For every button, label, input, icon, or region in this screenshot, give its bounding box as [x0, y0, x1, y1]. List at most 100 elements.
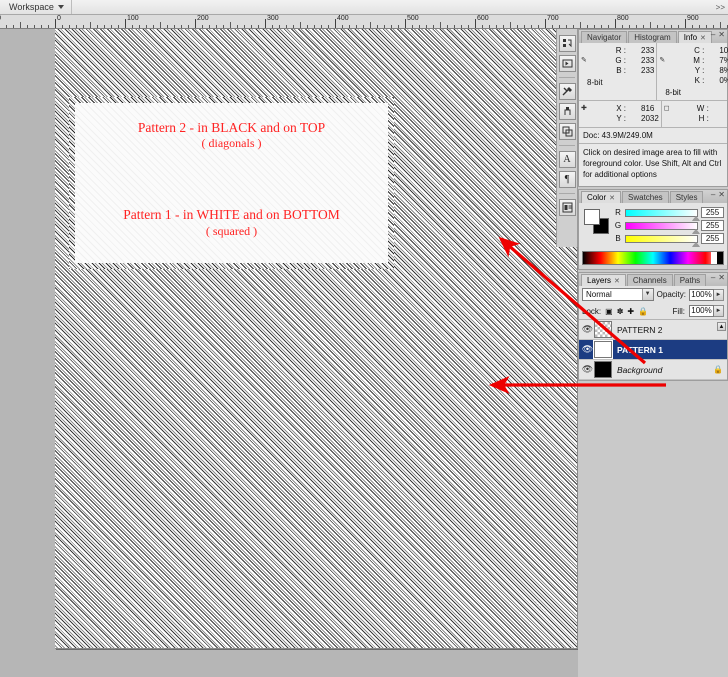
ruler-tick-minor	[608, 25, 609, 28]
layers-panel: Layers ✕ Channels Paths – ✕ Normal ▼ Opa…	[578, 272, 728, 382]
history-icon[interactable]	[558, 35, 576, 52]
workspace-menu-button[interactable]: Workspace	[0, 0, 72, 14]
slider-value-g[interactable]: 255	[701, 220, 724, 232]
slider-thumb-g[interactable]	[692, 228, 700, 234]
tab-info[interactable]: Info ✕	[677, 31, 712, 43]
lock-position-icon[interactable]: ✚	[627, 307, 634, 316]
color-panel-controls[interactable]: – ✕	[711, 190, 725, 199]
ruler-tick-minor	[489, 25, 490, 28]
layer-name: PATTERN 1	[617, 344, 663, 355]
lock-all-icon: 🔒	[713, 365, 723, 375]
ruler-label: 0	[57, 15, 61, 22]
minimize-icon[interactable]: –	[711, 30, 715, 39]
layers-panel-controls[interactable]: – ✕	[711, 273, 725, 282]
spectrum-endpoints[interactable]	[711, 252, 723, 265]
ruler-tick-minor	[692, 25, 693, 28]
opacity-value[interactable]: 100%	[689, 288, 714, 301]
lock-image-icon[interactable]: ✽	[617, 307, 624, 316]
color-spectrum-ramp[interactable]	[582, 251, 724, 266]
close-icon[interactable]: ✕	[609, 195, 615, 202]
ruler-tick-minor	[293, 25, 294, 28]
minimize-icon[interactable]: –	[711, 190, 715, 199]
actions-icon[interactable]	[558, 55, 576, 72]
ruler-tick-minor	[496, 25, 497, 28]
close-icon[interactable]: ✕	[614, 278, 620, 285]
info-panel-controls[interactable]: – ✕	[711, 30, 725, 39]
layer-list-scroll-up[interactable]: ▲	[717, 322, 726, 332]
ruler-tick-minor	[524, 25, 525, 28]
tab-layers[interactable]: Layers ✕	[581, 274, 626, 287]
fill-stepper-icon[interactable]: ►	[714, 305, 724, 318]
horizontal-ruler[interactable]: -100 0 100 200 300 400 500 600 700 800 900	[0, 15, 728, 29]
lock-all-icon[interactable]: 🔒	[638, 307, 648, 316]
tool-presets-icon[interactable]	[558, 83, 576, 100]
brushes-icon[interactable]	[558, 103, 576, 120]
fill-control[interactable]: 100% ►	[689, 305, 724, 318]
layer-visibility-icon[interactable]: 👁	[581, 324, 594, 335]
options-bar: Workspace >>	[0, 0, 728, 15]
info-panel-menu-icon[interactable]	[715, 43, 726, 54]
slider-thumb-b[interactable]	[692, 241, 700, 247]
info-key-y: Y :	[616, 114, 626, 123]
slider-track-r[interactable]	[625, 208, 700, 221]
paragraph-icon[interactable]: ¶	[558, 171, 576, 188]
color-swatches[interactable]	[584, 209, 610, 235]
info-tool-hint: Click on desired image area to fill with…	[579, 144, 727, 187]
color-slider-row-b: B 255	[614, 233, 724, 247]
ruler-tick-minor	[272, 25, 273, 28]
opacity-stepper-icon[interactable]: ►	[714, 288, 724, 301]
tab-navigator[interactable]: Navigator	[581, 31, 628, 43]
chevron-down-icon[interactable]: ▼	[641, 289, 653, 301]
character-icon[interactable]: A	[558, 151, 576, 168]
tab-paths[interactable]: Paths	[673, 274, 707, 287]
tab-channels[interactable]: Channels	[626, 274, 673, 287]
ruler-tick-minor	[657, 25, 658, 28]
slider-track-g[interactable]	[625, 221, 700, 234]
table-row[interactable]: 👁 Background 🔒	[579, 360, 727, 381]
tab-color[interactable]: Color ✕	[581, 191, 621, 204]
tab-info-label: Info	[683, 33, 698, 42]
note-pattern2-line1: Pattern 2 - in BLACK and on TOP	[137, 120, 326, 135]
layer-thumbnail[interactable]	[594, 361, 612, 379]
fill-value[interactable]: 100%	[689, 305, 714, 318]
layer-thumbnail[interactable]	[593, 340, 613, 360]
layer-visibility-icon[interactable]: 👁	[581, 364, 594, 375]
ruler-tick-minor	[363, 25, 364, 28]
ruler-tick-minor	[482, 25, 483, 28]
slider-track-b[interactable]	[625, 234, 700, 247]
ruler-tick-minor	[300, 22, 301, 28]
opacity-control[interactable]: 100% ►	[689, 288, 724, 301]
layer-comps-icon[interactable]	[558, 199, 576, 216]
foreground-color-swatch[interactable]	[584, 209, 600, 226]
minimize-icon[interactable]: –	[711, 273, 715, 282]
table-row[interactable]: 👁 PATTERN 1	[579, 340, 727, 361]
close-icon[interactable]: ✕	[718, 190, 725, 199]
layer-visibility-icon[interactable]: 👁	[581, 344, 594, 355]
options-bar-overflow[interactable]: >>	[716, 3, 728, 12]
lock-transparency-icon[interactable]: ▣	[605, 307, 613, 316]
close-icon[interactable]: ✕	[718, 30, 725, 39]
close-icon[interactable]: ✕	[718, 273, 725, 282]
tab-histogram[interactable]: Histogram	[628, 31, 677, 43]
slider-value-b[interactable]: 255	[701, 233, 724, 245]
tab-swatches[interactable]: Swatches	[622, 191, 669, 204]
tab-styles[interactable]: Styles	[669, 191, 704, 204]
close-icon[interactable]: ✕	[700, 35, 706, 42]
ruler-tick-minor	[307, 25, 308, 28]
slider-value-r[interactable]: 255	[701, 207, 724, 219]
image-canvas[interactable]: Pattern 2 - in BLACK and on TOP ( diagon…	[55, 29, 578, 649]
layer-thumbnail[interactable]	[594, 321, 612, 339]
panel-column: Navigator Histogram Info ✕ – ✕ R: 233 ✎…	[578, 29, 728, 677]
blend-mode-select[interactable]: Normal ▼	[582, 288, 654, 302]
ruler-tick-minor	[76, 25, 77, 28]
ruler-tick-minor	[461, 25, 462, 28]
blend-mode-value: Normal	[586, 290, 612, 300]
clone-source-icon[interactable]	[558, 123, 576, 140]
slider-thumb-r[interactable]	[692, 215, 700, 221]
ruler-tick-minor	[41, 25, 42, 28]
dock-separator	[559, 77, 575, 78]
collapsed-panel-dock: A ¶	[556, 29, 578, 247]
info-value-r: 233	[641, 46, 655, 55]
table-row[interactable]: 👁 PATTERN 2	[579, 320, 727, 341]
ruler-tick-minor	[531, 25, 532, 28]
